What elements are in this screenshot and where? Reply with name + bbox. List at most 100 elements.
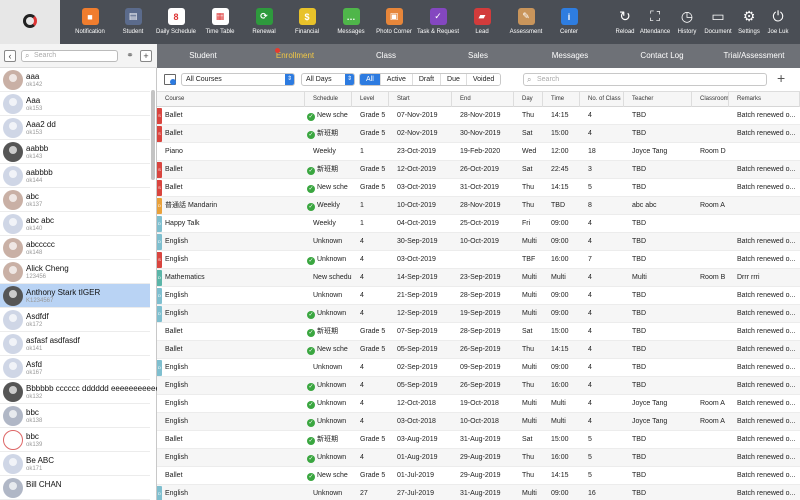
table-row[interactable]: Ballet ✓ New sche Grade 5 01-Jul-2019 29-Aug-… — [157, 467, 800, 485]
column-header-teacher[interactable]: Teacher — [624, 92, 692, 107]
student-list-scrollbar[interactable] — [150, 68, 156, 500]
new-enrollment-icon[interactable] — [164, 74, 176, 85]
cell-text: 09-Sep-2019 — [460, 364, 501, 371]
student-list-item[interactable]: Bbbbbb cccccc dddddd eeeeeeeeeee ok132 — [0, 380, 160, 404]
table-row[interactable]: Ballet ✓ New sche Grade 5 05-Sep-2019 26-Sep-… — [157, 341, 800, 359]
day-filter-select[interactable]: All Days ⇕ — [301, 73, 355, 86]
messages-button[interactable]: … Messages — [331, 0, 371, 44]
cell-text: 3 — [588, 166, 592, 173]
tab-contact-log[interactable]: Contact Log — [616, 44, 708, 68]
tab-sales[interactable]: Sales — [432, 44, 524, 68]
column-header-level[interactable]: Level — [352, 92, 389, 107]
cell-text: TBD — [632, 166, 646, 173]
renewal-button[interactable]: ⟳ Renewal — [244, 0, 284, 44]
tab-messages[interactable]: Messages — [524, 44, 616, 68]
daily-schedule-button[interactable]: 8 Daily Schedule — [156, 0, 196, 44]
student-list-item[interactable]: Be ABC ok171 — [0, 452, 150, 476]
column-header-room[interactable]: Classroom — [692, 92, 729, 107]
segment-due[interactable]: Due — [441, 74, 467, 85]
cell-teacher: TBD — [624, 431, 692, 449]
student-list-item[interactable]: Alick Cheng 123456 — [0, 260, 150, 284]
cell-room — [692, 287, 729, 305]
segment-all[interactable]: All — [360, 74, 381, 85]
student-name: abc — [26, 192, 39, 201]
tab-class[interactable]: Class — [340, 44, 432, 68]
column-header-remarks[interactable]: Remarks — [729, 92, 800, 107]
student-list-item[interactable]: Anthony Stark tIGER K1234567 — [0, 284, 150, 308]
segment-draft[interactable]: Draft — [412, 74, 442, 85]
add-enrollment-button[interactable]: + — [777, 70, 785, 86]
segment-voided[interactable]: Voided — [466, 74, 501, 85]
student-id: ok143 — [26, 154, 43, 160]
tab-student[interactable]: Student — [157, 44, 249, 68]
assessment-button[interactable]: ✎ Assessment — [506, 0, 546, 44]
column-header-course[interactable]: Course — [157, 92, 305, 107]
table-row[interactable]: English ✓ Unknown 4 05-Sep-2019 26-Sep-2019 Th… — [157, 377, 800, 395]
table-row[interactable]: S Ballet ✓ New sche Grade 5 03-Oct-2019 31-Oct… — [157, 179, 800, 197]
task-request-button[interactable]: ✓ Task & Request — [417, 0, 459, 44]
add-student-button[interactable]: + — [140, 50, 152, 62]
student-button[interactable]: ▤ Student — [113, 0, 153, 44]
cell-teacher: abc abc — [624, 197, 692, 215]
student-search-input[interactable]: ⌕ Search — [21, 50, 118, 62]
table-row[interactable]: D English Unknown 4 30-Sep-2019 10-Oct-2019 Mu… — [157, 233, 800, 251]
student-list-item[interactable]: Aaa ok153 — [0, 92, 150, 116]
chevron-down-icon: ⇕ — [285, 74, 294, 85]
table-row[interactable]: S Ballet ✓ 新班期 Grade 5 02-Nov-2019 30-Nov-2019… — [157, 125, 800, 143]
student-list-item[interactable]: asfasf asdfasdf ok141 — [0, 332, 150, 356]
column-header-n[interactable]: No. of Class — [580, 92, 624, 107]
lead-button[interactable]: ▰ Lead — [462, 0, 502, 44]
table-row[interactable]: Piano Weekly 1 23-Oct-2019 19-Feb-2020 Wed 12:… — [157, 143, 800, 161]
table-row[interactable]: S Ballet ✓ New sche Grade 5 07-Nov-2019 28-Nov… — [157, 107, 800, 125]
tab-enrollment[interactable]: Enrollment — [249, 44, 341, 68]
table-row[interactable]: D English Unknown 4 02-Sep-2019 09-Sep-2019 Mu… — [157, 359, 800, 377]
student-list-item[interactable]: Asdfdf ok172 — [0, 308, 150, 332]
table-row[interactable]: D English ✓ Unknown 4 12-Sep-2019 19-Sep-2019 M… — [157, 305, 800, 323]
column-header-day[interactable]: Day — [514, 92, 543, 107]
filter-icon[interactable]: ⚭ — [124, 50, 136, 62]
table-row[interactable]: D English Unknown 27 27-Jul-2019 31-Aug-2019 M… — [157, 485, 800, 500]
table-row[interactable]: D 普通話 Mandarin ✓ Weekly 1 10-Oct-2019 28-Nov-2… — [157, 197, 800, 215]
table-row[interactable]: English ✓ Unknown 4 12-Oct-2018 19-Oct-2018 Mu… — [157, 395, 800, 413]
table-row[interactable]: D Happy Talk Weekly 1 04-Oct-2019 25-Oct-2019… — [157, 215, 800, 233]
segment-active[interactable]: Active — [380, 74, 413, 85]
course-filter-select[interactable]: All Courses ⇕ — [181, 73, 295, 86]
table-row[interactable]: Ballet ✓ 新班期 Grade 5 03-Aug-2019 31-Aug-2019 S… — [157, 431, 800, 449]
student-list-item[interactable]: Asfd ok167 — [0, 356, 150, 380]
column-header-time[interactable]: Time — [543, 92, 580, 107]
column-header-schedule[interactable]: Schedule — [305, 92, 352, 107]
table-row[interactable]: D Mathematics New schedul 4 14-Sep-2019 23-Se… — [157, 269, 800, 287]
financial-button[interactable]: $ Financial — [287, 0, 327, 44]
photo-corner-button[interactable]: ▣ Photo Corner — [374, 0, 414, 44]
table-row[interactable]: S English ✓ Unknown 4 03-Oct-2019 TBF 16:00 7 TBD… — [157, 251, 800, 269]
column-header-end[interactable]: End — [452, 92, 514, 107]
back-icon[interactable]: ‹ — [4, 50, 16, 62]
cell-level: 4 — [352, 395, 389, 413]
student-list-item[interactable]: abccccc ok148 — [0, 236, 150, 260]
enrollment-search-input[interactable]: ⌕ Search — [523, 73, 767, 86]
center-button[interactable]: i Center — [549, 0, 589, 44]
tab-trial-assessment[interactable]: Trial/Assessment — [708, 44, 800, 68]
student-list-item[interactable]: aabbbb ok144 — [0, 164, 150, 188]
user-button[interactable]: ⏻ Joe Luk — [758, 0, 798, 44]
student-list-item[interactable]: abc ok137 — [0, 188, 150, 212]
notification-button[interactable]: ■ Notification — [70, 0, 110, 44]
student-list-item[interactable]: Bill CHAN — [0, 476, 150, 500]
table-row[interactable]: English ✓ Unknown 4 01-Aug-2019 29-Aug-2019 Th… — [157, 449, 800, 467]
chevron-down-icon: ⇕ — [345, 74, 354, 85]
student-list-item[interactable]: bbc ok139 — [0, 428, 150, 452]
student-list-item[interactable]: Aaa2 dd ok153 — [0, 116, 150, 140]
cell-time: TBD — [543, 197, 580, 215]
student-list-item[interactable]: aabbb ok143 — [0, 140, 150, 164]
table-row[interactable]: English ✓ Unknown 4 03-Oct-2018 10-Oct-2018 Mu… — [157, 413, 800, 431]
cell-text: TBD — [632, 184, 646, 191]
avatar — [3, 358, 23, 378]
table-row[interactable]: D English Unknown 4 21-Sep-2019 28-Sep-2019 Mu… — [157, 287, 800, 305]
student-list-item[interactable]: bbc ok138 — [0, 404, 150, 428]
table-row[interactable]: S Ballet ✓ 新班期 Grade 5 12-Oct-2019 26-Oct-2019… — [157, 161, 800, 179]
table-row[interactable]: Ballet ✓ 新班期 Grade 5 07-Sep-2019 28-Sep-2019 S… — [157, 323, 800, 341]
student-list-item[interactable]: abc abc ok140 — [0, 212, 150, 236]
student-list-item[interactable]: aaa ok142 — [0, 68, 150, 92]
column-header-start[interactable]: Start — [389, 92, 452, 107]
time-table-button[interactable]: ▦ Time Table — [200, 0, 240, 44]
